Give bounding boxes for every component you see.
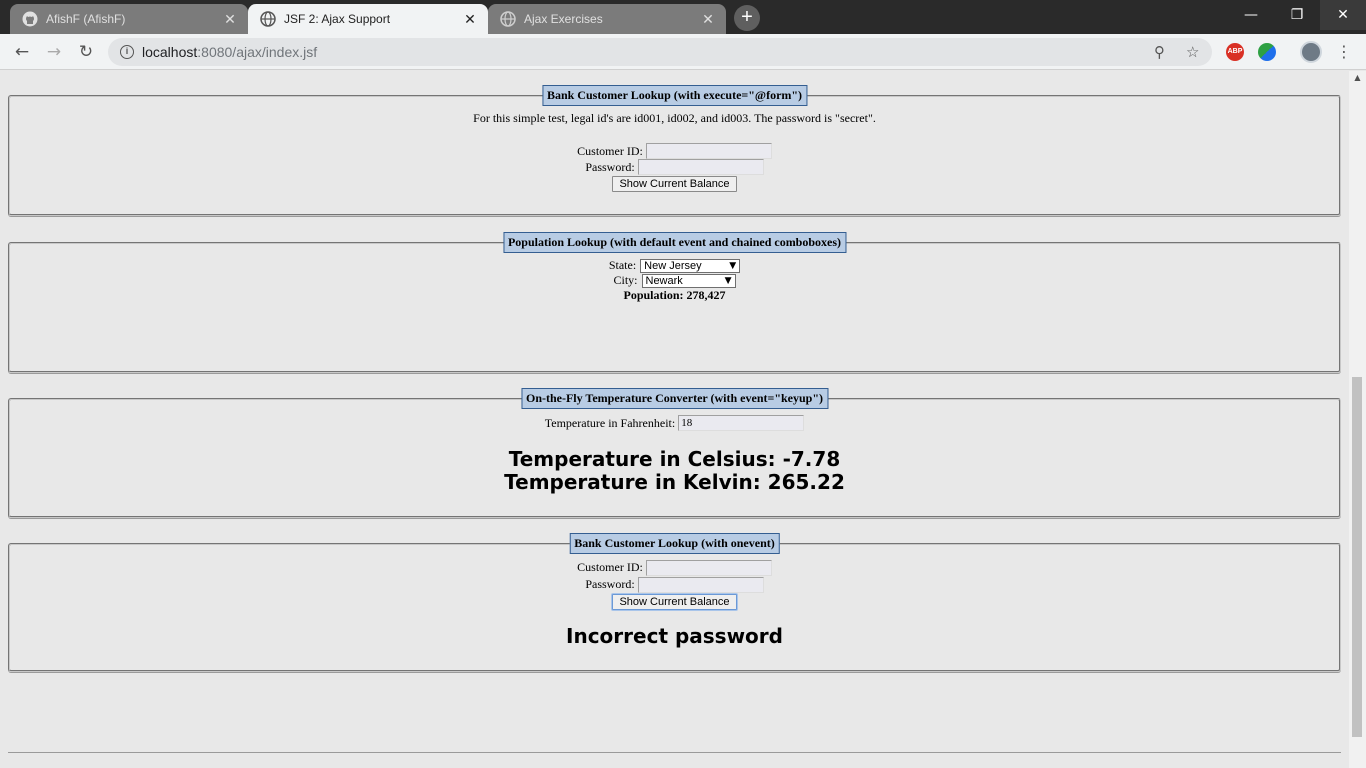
tab-ajax-exercises[interactable]: Ajax Exercises ✕ [488, 4, 726, 34]
globe-icon [260, 11, 276, 27]
tab-strip: AfishF (AfishF) ✕ Ajax Exercises ✕ JSF 2… [0, 0, 1366, 34]
forward-icon[interactable]: → [42, 40, 66, 64]
password-row: Password: [10, 576, 1339, 593]
population-fields: State: New Jersey ▼ City: Newark ▼ Popul… [10, 258, 1339, 303]
onevent-form-fields: Customer ID: Password: Show Current Bala… [10, 559, 1339, 611]
bank-lookup-onevent-panel: Bank Customer Lookup (with onevent) Cust… [8, 533, 1341, 672]
close-window-icon[interactable]: ✕ [1320, 0, 1366, 30]
download-manager-icon[interactable] [1258, 43, 1276, 61]
panel-legend: Bank Customer Lookup (with execute="@for… [541, 85, 808, 106]
url-host: localhost [142, 44, 198, 60]
onevent-result-wrap: Incorrect password [10, 625, 1339, 648]
temperature-input-row-wrap: Temperature in Fahrenheit: 18 [10, 415, 1339, 431]
celsius-result: Temperature in Celsius: -7.78 [508, 447, 841, 471]
population-lookup-panel: Population Lookup (with default event an… [8, 232, 1341, 373]
city-select[interactable]: Newark ▼ [641, 273, 736, 288]
adblock-icon[interactable]: ABP [1226, 43, 1244, 61]
panel-legend: Bank Customer Lookup (with onevent) [569, 533, 780, 554]
kelvin-result: Temperature in Kelvin: 265.22 [504, 470, 845, 494]
customer-id-row: Customer ID: [10, 143, 1339, 159]
customer-id-label: Customer ID: [577, 560, 643, 574]
fahrenheit-label: Temperature in Fahrenheit: [544, 415, 676, 430]
globe-icon [500, 11, 516, 27]
bank-form-fields: Customer ID: Password: Show Current Bala… [10, 143, 1339, 193]
state-row: State: New Jersey ▼ [10, 258, 1339, 273]
population-row: Population: 278,427 [10, 288, 1339, 303]
fahrenheit-input[interactable]: 18 [678, 415, 805, 431]
tab-jsf-ajax-support[interactable]: JSF 2: Ajax Support ✕ [248, 4, 488, 34]
customer-id-input[interactable] [645, 143, 772, 159]
customer-id-row: Customer ID: [10, 559, 1339, 576]
city-label: City: [613, 273, 638, 287]
avatar[interactable] [1300, 41, 1322, 63]
show-balance-button[interactable]: Show Current Balance [612, 594, 737, 610]
tab-title: AfishF (AfishF) [46, 12, 126, 26]
panel-legend: Population Lookup (with default event an… [502, 232, 847, 253]
temperature-results: Temperature in Celsius: -7.78 Temperatur… [10, 448, 1339, 494]
state-value: New Jersey [644, 259, 702, 272]
reload-icon[interactable]: ↻ [74, 40, 98, 64]
scrollbar-thumb[interactable] [1352, 377, 1362, 737]
star-icon[interactable]: ☆ [1186, 38, 1199, 66]
bank-note: For this simple test, legal id's are id0… [10, 111, 1339, 126]
state-select[interactable]: New Jersey ▼ [640, 258, 741, 273]
password-row: Password: [10, 159, 1339, 175]
tab-title: JSF 2: Ajax Support [284, 12, 391, 26]
close-icon[interactable]: ✕ [700, 11, 716, 28]
population-result: Population: 278,427 [623, 288, 726, 302]
address-bar[interactable]: i localhost:8080/ajax/index.jsf ⚲ ☆ [108, 38, 1212, 66]
dropdown-arrow-icon: ▼ [724, 275, 732, 286]
menu-icon[interactable]: ⋮ [1336, 41, 1352, 63]
tab-title: Ajax Exercises [524, 12, 603, 26]
url-path: :8080/ajax/index.jsf [197, 44, 318, 60]
button-row: Show Current Balance [10, 593, 1339, 611]
page-viewport: Bank Customer Lookup (with execute="@for… [0, 71, 1349, 768]
password-input[interactable] [637, 159, 764, 175]
show-balance-button[interactable]: Show Current Balance [612, 176, 737, 192]
customer-id-input[interactable] [645, 559, 772, 576]
bank-lookup-form-panel: Bank Customer Lookup (with execute="@for… [8, 85, 1341, 216]
vertical-scrollbar[interactable]: ▲ [1349, 71, 1366, 768]
close-icon[interactable]: ✕ [462, 11, 478, 28]
password-label: Password: [585, 577, 635, 591]
city-row: City: Newark ▼ [10, 273, 1339, 288]
github-icon [22, 11, 38, 27]
city-value: Newark [645, 274, 683, 287]
back-icon[interactable]: ← [10, 40, 34, 64]
button-row: Show Current Balance [10, 175, 1339, 193]
panel-legend: On-the-Fly Temperature Converter (with e… [520, 388, 829, 409]
close-icon[interactable]: ✕ [222, 11, 238, 28]
customer-id-label: Customer ID: [577, 143, 643, 158]
minimize-icon[interactable]: — [1228, 0, 1274, 30]
lookup-result: Incorrect password [566, 624, 783, 648]
zoom-icon[interactable]: ⚲ [1154, 38, 1165, 66]
page-footer-divider [8, 752, 1341, 753]
state-label: State: [608, 258, 637, 272]
browser-toolbar: ← → ↻ i localhost:8080/ajax/index.jsf ⚲ … [0, 34, 1366, 70]
password-label: Password: [585, 159, 635, 174]
temperature-input-row: Temperature in Fahrenheit: 18 [10, 415, 1339, 431]
scroll-up-icon[interactable]: ▲ [1349, 73, 1366, 85]
restore-icon[interactable]: ❐ [1274, 0, 1320, 30]
password-input[interactable] [637, 576, 764, 593]
info-icon[interactable]: i [120, 45, 134, 59]
temperature-converter-panel: On-the-Fly Temperature Converter (with e… [8, 388, 1341, 518]
new-tab-button[interactable]: + [734, 5, 760, 31]
dropdown-arrow-icon: ▼ [729, 260, 737, 271]
note-text: For this simple test, legal id's are id0… [473, 111, 876, 125]
tab-afishf[interactable]: AfishF (AfishF) ✕ [10, 4, 248, 34]
